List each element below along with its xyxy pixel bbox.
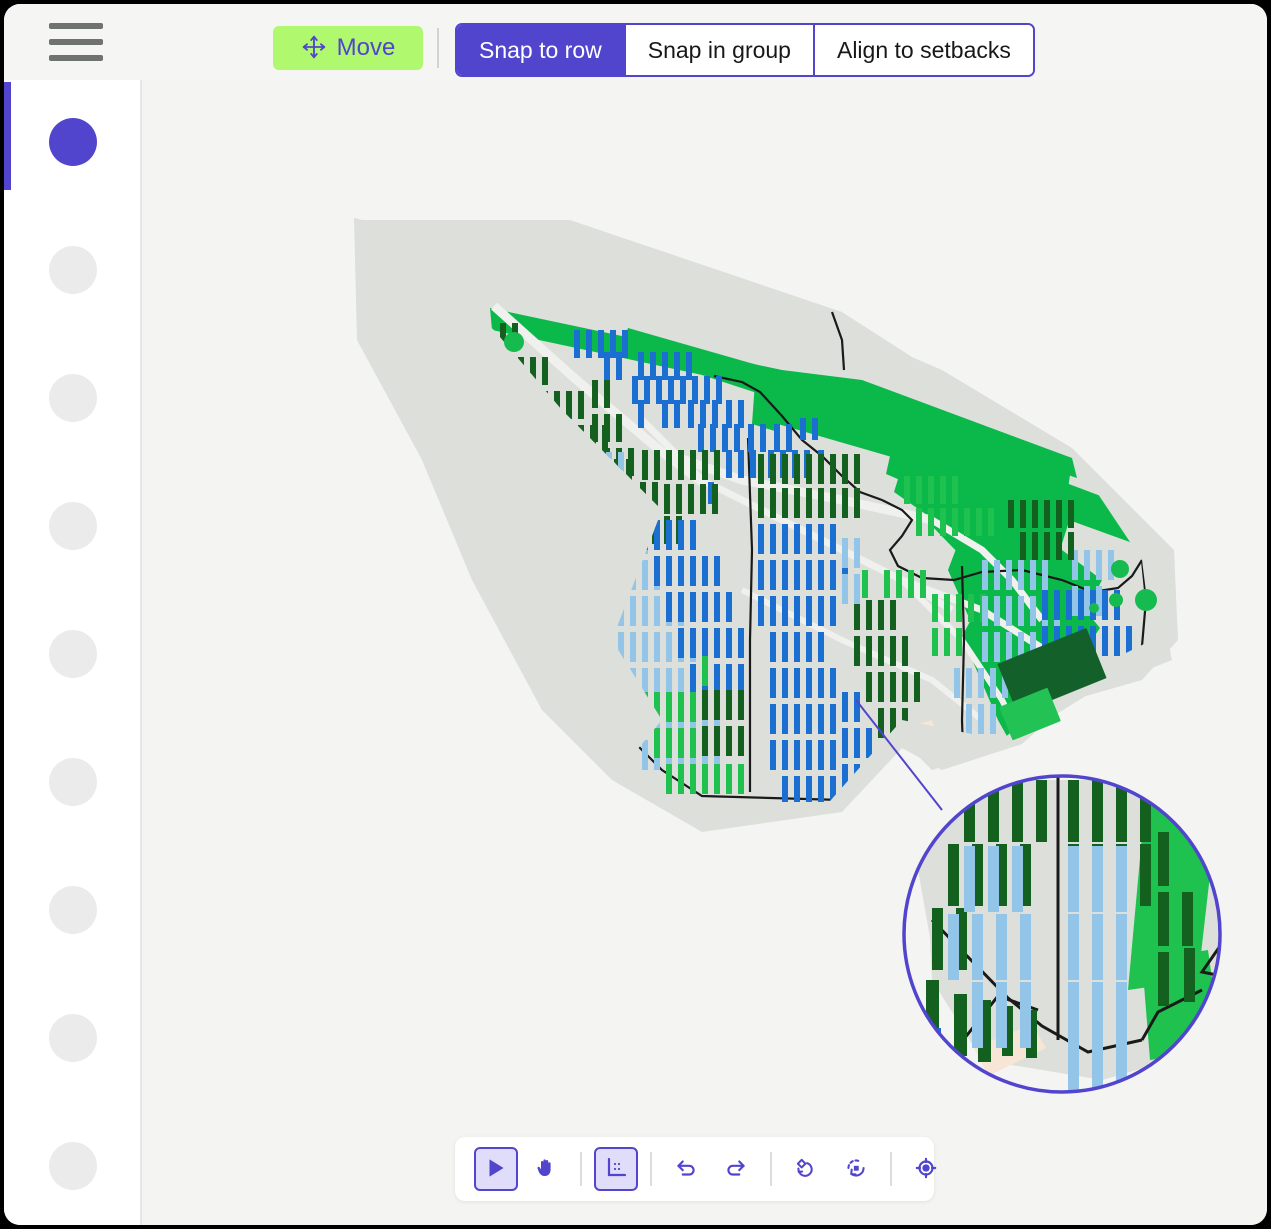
site-marker-4 (1109, 593, 1123, 607)
focus-button[interactable] (904, 1147, 948, 1191)
site-marker-2 (1111, 560, 1129, 578)
snap-mode-snap-in-group[interactable]: Snap in group (625, 25, 815, 75)
toolbar-separator-1 (580, 1152, 582, 1186)
sidebar-item-layer-item-5[interactable] (49, 630, 97, 678)
site-marker-1 (504, 332, 524, 352)
undo-button[interactable] (664, 1147, 708, 1191)
select-tool[interactable] (474, 1147, 518, 1191)
site-marker-3 (1135, 589, 1157, 611)
sidebar-item-layer-item-4[interactable] (49, 502, 97, 550)
hamburger-icon[interactable] (49, 23, 103, 61)
snap-mode-align-to-setbacks[interactable]: Align to setbacks (814, 25, 1033, 75)
left-sidebar (4, 80, 142, 1225)
measure-tool[interactable] (594, 1147, 638, 1191)
sidebar-item-layer-item-3[interactable] (49, 374, 97, 422)
undo-arrow-icon (673, 1155, 699, 1184)
toolbar-separator-3 (770, 1152, 772, 1186)
sidebar-item-layer-item-8[interactable] (49, 1014, 97, 1062)
sidebar-item-layer-item-1[interactable] (49, 118, 97, 166)
site-plan-canvas[interactable] (142, 80, 1267, 1225)
move-button-label: Move (336, 34, 396, 61)
snap-mode-segmented-control: Snap to row Snap in group Align to setba… (455, 23, 1035, 77)
site-marker-5 (1089, 603, 1099, 613)
toolbar-separator-2 (650, 1152, 652, 1186)
active-layer-accent-bar (4, 82, 11, 190)
magnifier-loupe[interactable] (902, 770, 1267, 1094)
toolbar-separator-4 (890, 1152, 892, 1186)
app-root: Move Snap to row Snap in group Align to … (0, 0, 1271, 1229)
hamburger-bar-1 (49, 23, 103, 29)
rotate-shape-icon (793, 1155, 819, 1184)
rotate-shape-button[interactable] (784, 1147, 828, 1191)
redo-arrow-icon (723, 1155, 749, 1184)
sidebar-item-layer-item-6[interactable] (49, 758, 97, 806)
move-button[interactable]: Move (273, 26, 423, 70)
hamburger-bar-2 (49, 39, 103, 45)
hamburger-bar-3 (49, 55, 103, 61)
pan-tool[interactable] (524, 1147, 568, 1191)
sidebar-item-layer-item-9[interactable] (49, 1142, 97, 1190)
sidebar-item-layer-item-2[interactable] (49, 246, 97, 294)
move-arrows-icon (301, 34, 327, 63)
axis-corner-icon (604, 1156, 628, 1183)
rotate-refresh-icon (843, 1155, 869, 1184)
top-toolbar: Move Snap to row Snap in group Align to … (4, 4, 1267, 80)
redo-button[interactable] (714, 1147, 758, 1191)
bottom-toolbar (455, 1137, 937, 1201)
target-crosshair-icon (913, 1155, 939, 1184)
auto-arrange-button[interactable] (834, 1147, 878, 1191)
site-plan-drawing (354, 218, 1267, 1094)
cursor-arrow-icon (483, 1155, 509, 1184)
toolbar-divider (437, 28, 439, 68)
hand-icon (534, 1156, 558, 1183)
sidebar-item-layer-item-7[interactable] (49, 886, 97, 934)
app-window: Move Snap to row Snap in group Align to … (4, 4, 1267, 1225)
snap-mode-snap-to-row[interactable]: Snap to row (457, 25, 626, 75)
